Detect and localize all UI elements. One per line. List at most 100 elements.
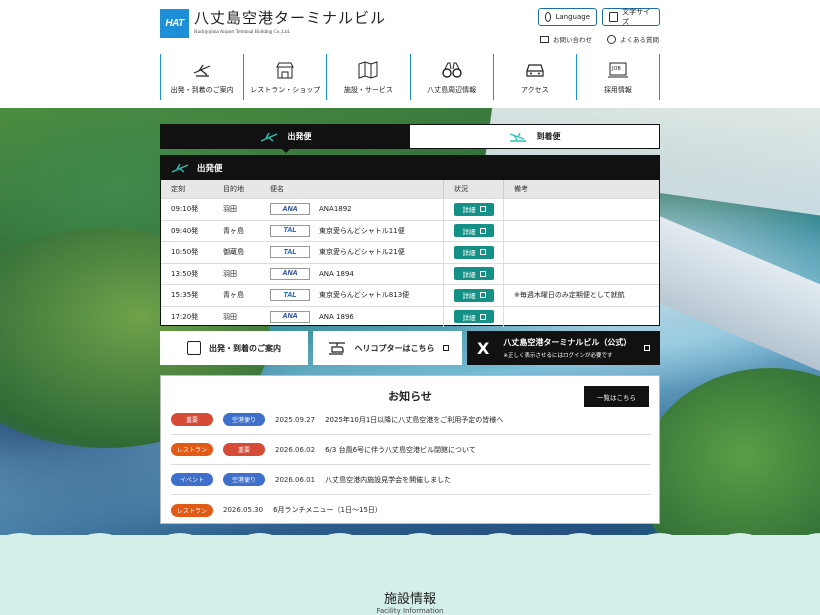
detail-button[interactable]: 詳細 (454, 310, 494, 324)
detail-label: 詳細 (462, 249, 476, 258)
site-logo[interactable]: HAT 八丈島空港ターミナルビル Hachijojima Airport Ter… (160, 9, 386, 38)
tab-arrivals-label: 到着便 (536, 132, 561, 141)
table-row: 15:35発 青ヶ島 TAL 東京愛らんどシャトル813便 詳細 ※毎週木曜日のみ… (161, 284, 659, 306)
col-destination: 目的地 (223, 185, 244, 193)
row-note: ※毎週木曜日のみ定期便として就航 (503, 285, 659, 306)
flight-tabs: 出発便 到着便 (160, 124, 660, 153)
detail-button[interactable]: 詳細 (454, 267, 494, 281)
category-badge: 空港便り (223, 473, 265, 486)
category-badge: 重要 (171, 413, 213, 426)
nav-item-recruit[interactable]: JOB 採用情報 (575, 54, 661, 100)
svg-text:JOB: JOB (611, 66, 621, 72)
facility-title: 施設情報 (383, 592, 436, 607)
news-item[interactable]: レストラン 重要 2026.06.02 6/3 台風6号に伴う八丈島空港ビル閉館… (171, 435, 651, 465)
arrival-plane-icon (509, 132, 526, 142)
globe-icon (545, 12, 552, 22)
faq-label: よくある質問 (620, 36, 659, 44)
row-flight: 東京愛らんどシャトル813便 (319, 291, 410, 300)
row-time: 17:20発 (171, 312, 199, 321)
x-official-link[interactable]: X 八丈島空港ターミナルビル（公式） ※正しく表示させるにはログインが必要です (467, 331, 660, 365)
detail-button[interactable]: 詳細 (454, 245, 494, 259)
table-row: 09:40発 青ヶ島 TAL 東京愛らんどシャトル11便 詳細 (161, 219, 659, 241)
row-destination: 青ヶ島 (223, 291, 244, 300)
board-title: 出発便 (197, 164, 223, 174)
nav-item-access[interactable]: アクセス (492, 54, 576, 100)
job-icon: JOB (607, 62, 628, 78)
row-flight: ANA 1894 (319, 269, 354, 278)
news-item[interactable]: レストラン 2026.05.30 6月ランチメニュー（1日〜15日） (171, 495, 651, 525)
nav-item-shops[interactable]: レストラン・ショップ (243, 54, 326, 100)
tal-logo: TAL (270, 224, 310, 237)
detail-label: 詳細 (462, 227, 476, 236)
row-time: 13:50発 (171, 269, 199, 278)
row-time: 15:35発 (171, 291, 199, 300)
row-flight: ANA 1896 (319, 312, 354, 321)
nav-item-facilities[interactable]: 施設・サービス (326, 54, 409, 100)
car-icon (526, 64, 544, 77)
tab-departures[interactable]: 出発便 (161, 125, 410, 153)
question-icon (607, 34, 616, 44)
ana-logo: ANA (270, 203, 310, 216)
nav-item-flights[interactable]: 出発・到着のご案内 (160, 54, 243, 100)
col-note: 備考 (503, 180, 659, 198)
ana-logo: ANA (270, 310, 310, 323)
row-flight: 東京愛らんどシャトル21便 (319, 248, 405, 257)
category-badge: 重要 (223, 443, 265, 456)
helicopter-label: ヘリコプターはこちら (354, 343, 435, 353)
news-panel: お知らせ 一覧はこちら 重要 空港便り 2025.09.27 2025年10月1… (160, 375, 660, 524)
logo-japanese-name: 八丈島空港ターミナルビル (194, 9, 387, 27)
news-item[interactable]: 重要 空港便り 2025.09.27 2025年10月1日以降に八丈島空港をご利… (171, 405, 651, 435)
font-size-button[interactable]: 文字サイズ (602, 8, 660, 26)
col-flight: 便名 (270, 185, 284, 193)
global-nav: 出発・到着のご案内 レストラン・ショップ 施設・サービス 八丈島周辺情報 アクセ… (160, 54, 661, 100)
detail-button[interactable]: 詳細 (454, 202, 494, 216)
helicopter-button[interactable]: ヘリコプターはこちら (313, 331, 462, 365)
contact-link[interactable]: お問い合わせ (540, 34, 592, 44)
table-row: 09:10発 羽田 ANA ANA1892 詳細 (161, 198, 659, 220)
nav-label: 八丈島周辺情報 (427, 86, 477, 94)
logo-english-name: Hachijojima Airport Terminal Building Co… (194, 30, 291, 35)
board-column-headers: 定刻 目的地 便名 状況 備考 (161, 180, 659, 198)
wave-divider (0, 533, 820, 548)
row-note (503, 242, 659, 263)
detail-label: 詳細 (462, 206, 476, 215)
external-link-icon (479, 270, 486, 277)
news-text: 6月ランチメニュー（1日〜15日） (273, 506, 382, 514)
row-destination: 羽田 (223, 269, 237, 278)
col-time: 定刻 (171, 185, 185, 193)
x-account-name: 八丈島空港ターミナルビル（公式） (503, 338, 632, 347)
tab-departures-label: 出発便 (287, 132, 312, 141)
nav-item-area-info[interactable]: 八丈島周辺情報 (409, 54, 493, 100)
news-item[interactable]: イベント 空港便り 2026.06.01 八丈島空港内施設見学会を開催しました (171, 465, 651, 495)
news-more-button[interactable]: 一覧はこちら (584, 386, 649, 407)
external-link-icon (479, 227, 486, 234)
row-destination: 羽田 (223, 205, 237, 214)
row-note (503, 199, 659, 220)
language-label: Language (555, 13, 590, 21)
flight-guide-label: 出発・到着のご案内 (209, 343, 281, 353)
x-login-note: ※正しく表示させるにはログインが必要です (503, 353, 613, 359)
row-time: 09:40発 (171, 226, 199, 235)
ana-logo: ANA (270, 267, 310, 280)
row-flight: ANA1892 (319, 205, 352, 214)
external-link-icon (479, 313, 486, 320)
language-button[interactable]: Language (538, 8, 597, 26)
row-note (503, 263, 659, 284)
external-link-icon (644, 345, 650, 351)
detail-button[interactable]: 詳細 (454, 288, 494, 302)
news-date: 2025.09.27 (275, 415, 316, 424)
table-row: 13:50発 羽田 ANA ANA 1894 詳細 (161, 262, 659, 284)
flight-guide-button[interactable]: 出発・到着のご案内 (160, 331, 308, 365)
facility-subtitle: Facility Information (376, 607, 444, 615)
external-link-icon (442, 345, 449, 351)
faq-link[interactable]: よくある質問 (607, 34, 659, 44)
news-text: 八丈島空港内施設見学会を開催しました (325, 475, 452, 484)
contact-label: お問い合わせ (553, 36, 592, 44)
detail-label: 詳細 (462, 292, 476, 301)
detail-button[interactable]: 詳細 (454, 224, 494, 238)
font-size-icon (609, 12, 619, 22)
tab-arrivals[interactable]: 到着便 (410, 125, 659, 148)
nav-label: 施設・サービス (343, 86, 393, 94)
hat-logo-mark: HAT (160, 9, 189, 38)
x-logo-icon: X (477, 338, 490, 358)
